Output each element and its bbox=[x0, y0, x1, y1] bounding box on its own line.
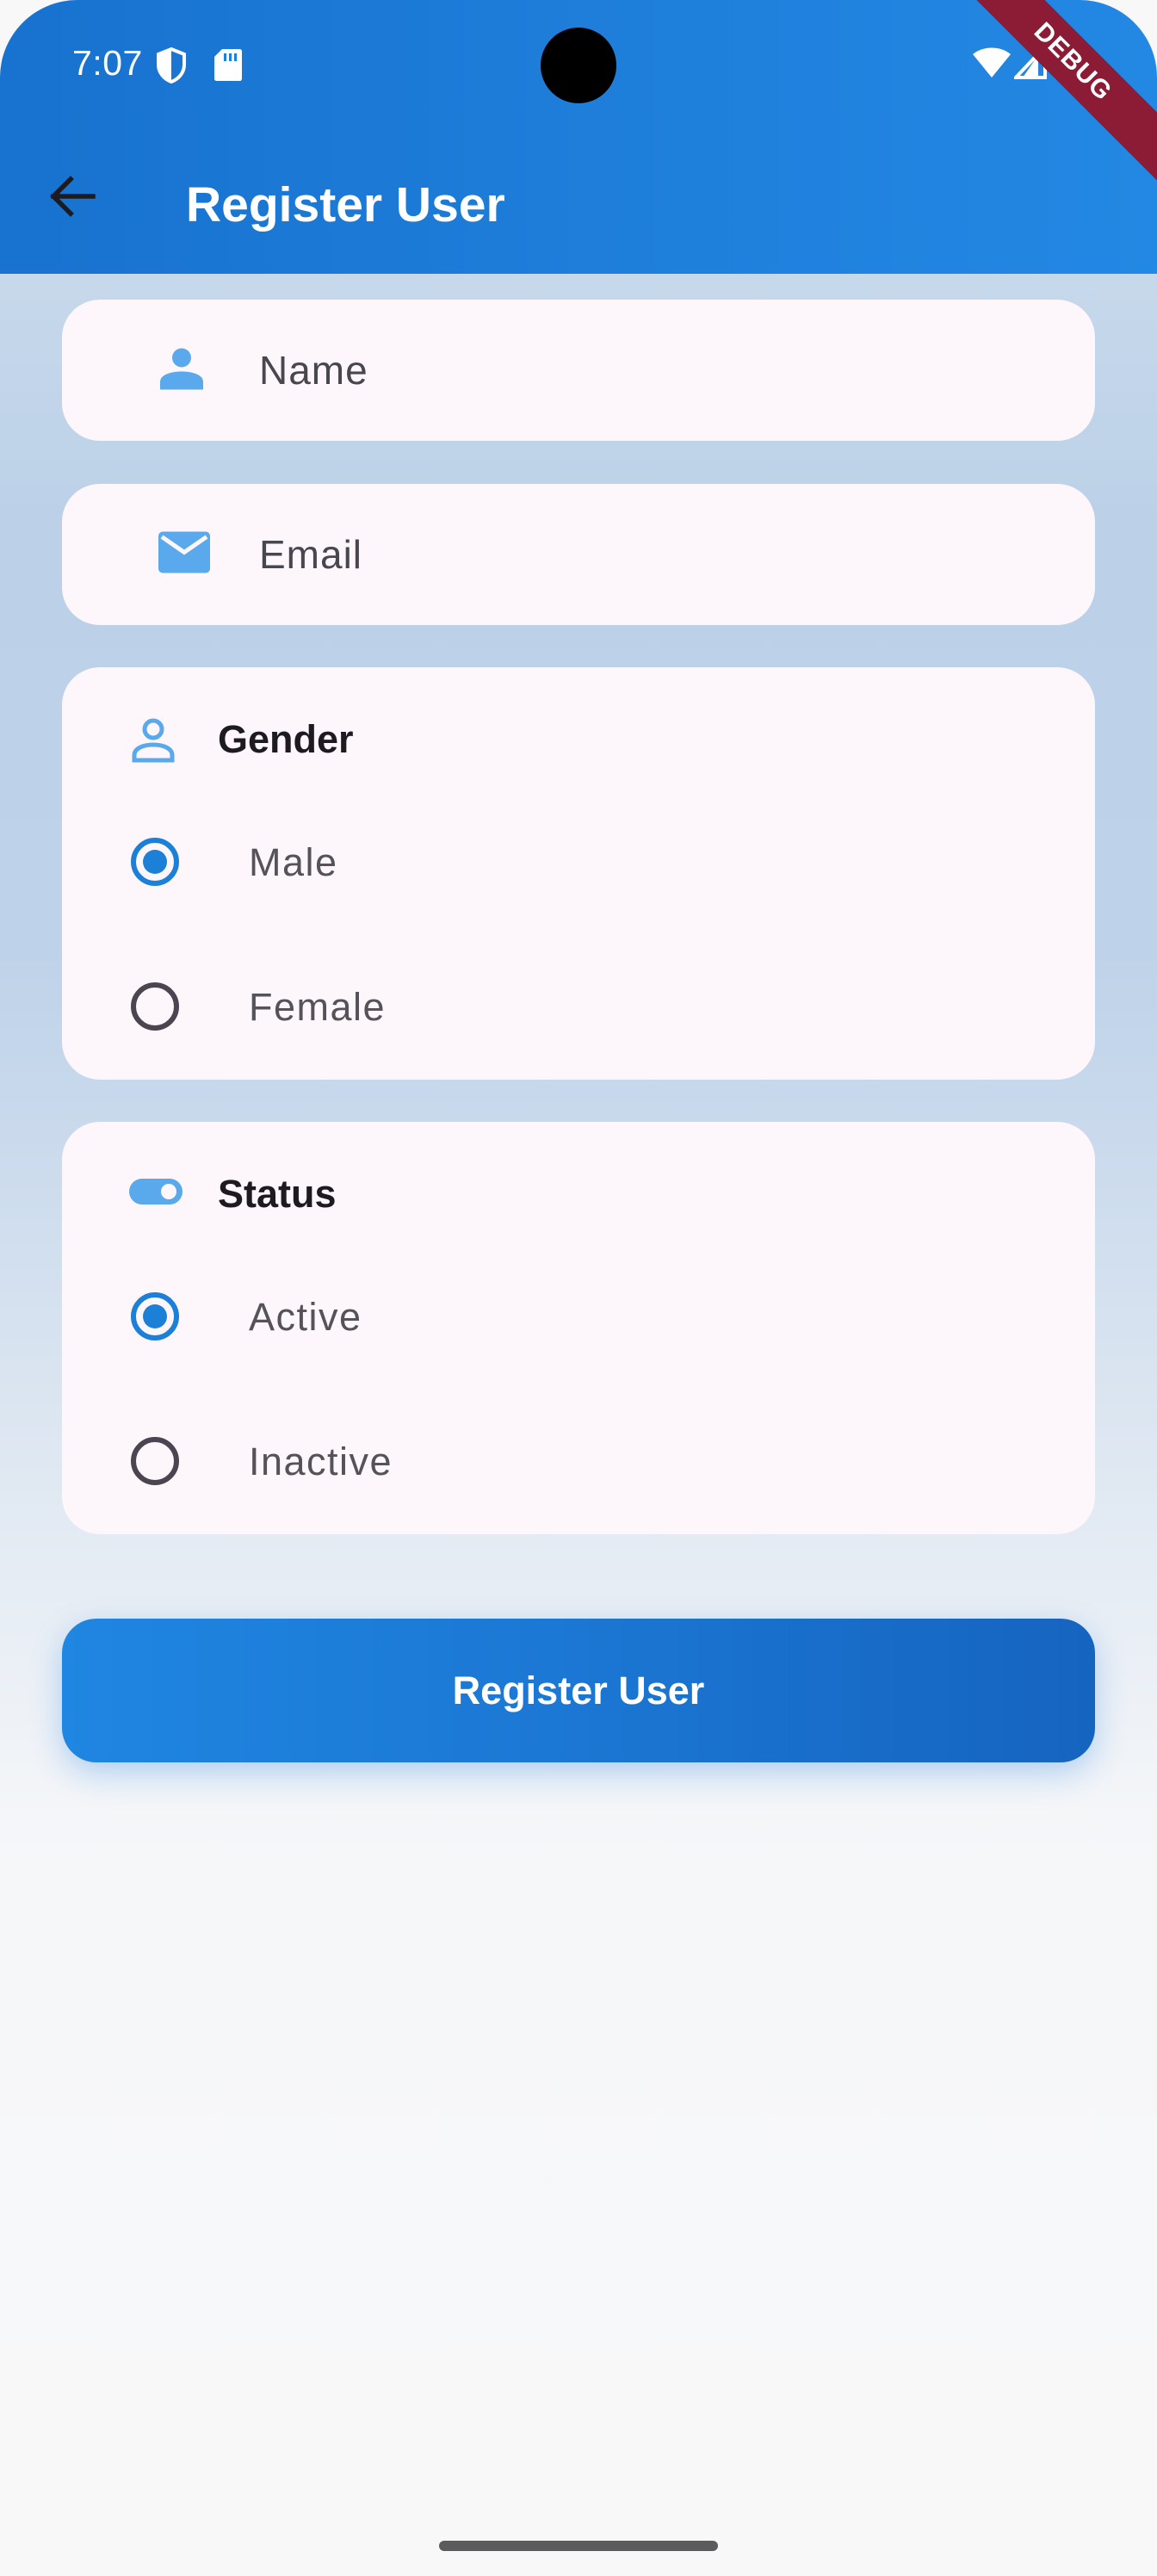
sd-card-icon bbox=[213, 47, 243, 86]
email-field[interactable]: Email bbox=[62, 484, 1095, 625]
camera-cutout bbox=[541, 28, 616, 103]
radio-button-selected[interactable] bbox=[131, 838, 179, 886]
radio-option-female[interactable]: Female bbox=[62, 951, 1095, 1062]
register-user-button[interactable]: Register User bbox=[62, 1619, 1095, 1762]
gender-title: Gender bbox=[218, 717, 354, 761]
radio-button[interactable] bbox=[131, 1437, 179, 1485]
toggle-icon bbox=[129, 1179, 183, 1209]
radio-option-active[interactable]: Active bbox=[62, 1260, 1095, 1372]
status-time: 7:07 bbox=[72, 43, 143, 83]
radio-option-male[interactable]: Male bbox=[62, 806, 1095, 918]
screen: 7:07 DEBUG Register User Name Email Gend… bbox=[0, 0, 1157, 2576]
radio-label: Active bbox=[249, 1295, 362, 1339]
radio-button[interactable] bbox=[131, 982, 179, 1031]
home-indicator[interactable] bbox=[439, 2541, 718, 2551]
radio-button-selected[interactable] bbox=[131, 1292, 179, 1341]
app-bar: 7:07 DEBUG Register User bbox=[0, 0, 1157, 274]
radio-label: Female bbox=[249, 985, 387, 1029]
radio-label: Male bbox=[249, 840, 338, 884]
back-button[interactable] bbox=[38, 164, 107, 232]
name-placeholder: Name bbox=[259, 348, 368, 393]
debug-banner: DEBUG bbox=[939, 0, 1157, 195]
shield-icon bbox=[155, 46, 188, 89]
gender-group: Gender Male Female bbox=[62, 667, 1095, 1080]
mail-icon bbox=[158, 531, 210, 578]
wifi-icon bbox=[971, 45, 1012, 84]
name-field[interactable]: Name bbox=[62, 300, 1095, 441]
person-icon bbox=[158, 347, 205, 394]
arrow-left-icon bbox=[48, 175, 96, 221]
status-title: Status bbox=[218, 1172, 337, 1216]
email-placeholder: Email bbox=[259, 532, 363, 577]
status-group: Status Active Inactive bbox=[62, 1122, 1095, 1534]
person-outline-icon bbox=[131, 717, 176, 768]
radio-label: Inactive bbox=[249, 1440, 393, 1483]
page-title: Register User bbox=[186, 177, 505, 232]
radio-option-inactive[interactable]: Inactive bbox=[62, 1405, 1095, 1517]
